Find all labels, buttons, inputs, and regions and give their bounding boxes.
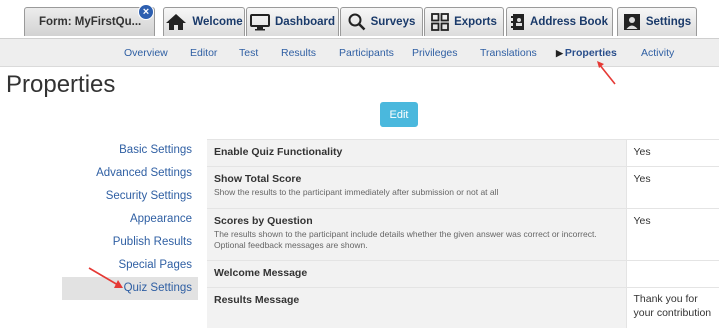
tab-exports[interactable]: Exports — [424, 7, 504, 36]
tab-address-book[interactable]: Address Book — [506, 7, 613, 36]
page-title: Properties — [6, 71, 116, 98]
table-row: Scores by Question The results shown to … — [207, 208, 719, 261]
tab-address-book-label: Address Book — [530, 16, 608, 28]
tab-dashboard-label: Dashboard — [274, 16, 336, 28]
table-row: Results Message Thank you for your contr… — [207, 287, 719, 328]
settings-sidebar: Basic Settings Advanced Settings Securit… — [62, 139, 198, 300]
sidebar-item-quiz-settings[interactable]: Quiz Settings — [62, 277, 198, 300]
nav-results[interactable]: Results — [281, 47, 316, 59]
row-title: Scores by Question — [214, 215, 313, 227]
edit-button[interactable]: Edit — [380, 102, 418, 127]
nav-activity[interactable]: Activity — [641, 47, 674, 59]
tab-settings-label: Settings — [645, 16, 692, 28]
row-title: Results Message — [214, 294, 300, 306]
nav-editor[interactable]: Editor — [190, 47, 217, 59]
nav-participants[interactable]: Participants — [339, 47, 394, 59]
row-description: The results shown to the participant inc… — [214, 229, 597, 250]
tab-surveys-label: Surveys — [370, 16, 416, 28]
search-icon — [348, 13, 366, 31]
tab-exports-label: Exports — [454, 16, 497, 28]
tab-welcome[interactable]: Welcome — [163, 7, 245, 36]
sidebar-item-publish-results[interactable]: Publish Results — [62, 231, 198, 254]
nav-properties[interactable]: Properties — [556, 47, 617, 59]
tab-dashboard[interactable]: Dashboard — [246, 7, 339, 36]
home-icon — [165, 13, 187, 31]
monitor-icon — [249, 13, 270, 31]
row-value: Thank you for your contribution — [625, 287, 719, 328]
nav-privileges[interactable]: Privileges — [412, 47, 458, 59]
tab-settings[interactable]: Settings — [617, 7, 697, 36]
nav-translations[interactable]: Translations — [480, 47, 537, 59]
address-book-icon — [511, 13, 525, 31]
tab-form[interactable]: Form: MyFirstQu... × — [24, 4, 155, 36]
tab-form-label: Form: MyFirstQu... — [39, 16, 142, 28]
user-card-icon — [623, 13, 641, 31]
properties-table: Enable Quiz Functionality Yes Show Total… — [207, 139, 719, 328]
row-value: Yes — [625, 166, 719, 209]
row-title: Enable Quiz Functionality — [214, 146, 343, 158]
sidebar-item-special-pages[interactable]: Special Pages — [62, 254, 198, 277]
top-tab-bar: Form: MyFirstQu... × Welcome Dashboard S… — [0, 0, 719, 38]
row-title: Welcome Message — [214, 267, 308, 279]
row-value — [625, 260, 719, 288]
secondary-nav: Overview Editor Test Results Participant… — [0, 38, 719, 67]
close-icon[interactable]: × — [138, 4, 154, 20]
row-value: Yes — [625, 139, 719, 167]
sidebar-item-basic-settings[interactable]: Basic Settings — [62, 139, 198, 162]
table-row: Enable Quiz Functionality Yes — [207, 139, 719, 167]
row-description: Show the results to the participant imme… — [214, 187, 499, 197]
nav-test[interactable]: Test — [239, 47, 258, 59]
sidebar-item-security-settings[interactable]: Security Settings — [62, 185, 198, 208]
sidebar-item-advanced-settings[interactable]: Advanced Settings — [62, 162, 198, 185]
grid-icon — [431, 13, 449, 31]
nav-overview[interactable]: Overview — [124, 47, 168, 59]
tab-welcome-label: Welcome — [192, 16, 243, 28]
row-title: Show Total Score — [214, 173, 302, 185]
row-value: Yes — [625, 208, 719, 261]
table-row: Welcome Message — [207, 260, 719, 288]
tab-surveys[interactable]: Surveys — [340, 7, 423, 36]
sidebar-item-appearance[interactable]: Appearance — [62, 208, 198, 231]
table-row: Show Total Score Show the results to the… — [207, 166, 719, 209]
